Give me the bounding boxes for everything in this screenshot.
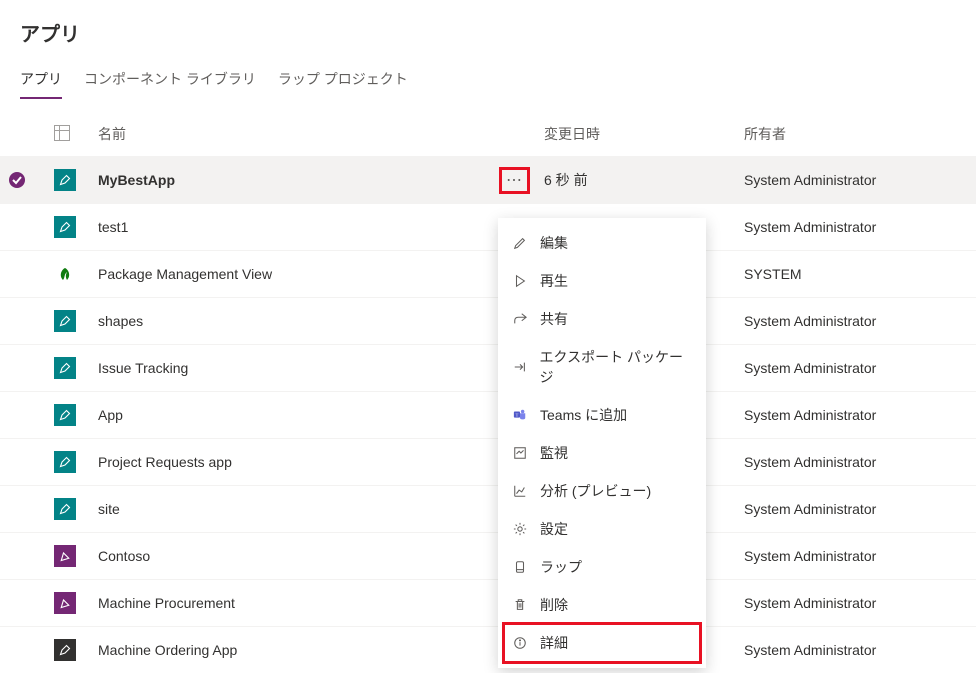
settings-icon xyxy=(512,521,528,537)
more-actions-button[interactable]: ⋯ xyxy=(504,172,525,189)
menu-item-export[interactable]: エクスポート パッケージ xyxy=(498,338,706,396)
export-icon xyxy=(512,359,528,375)
info-icon xyxy=(512,635,528,651)
menu-item-monitor[interactable]: 監視 xyxy=(498,434,706,472)
menu-item-label: 共有 xyxy=(540,309,568,329)
owner-cell: System Administrator xyxy=(736,204,976,251)
owner-cell: System Administrator xyxy=(736,439,976,486)
table-row[interactable]: test1 System Administrator xyxy=(0,204,976,251)
app-name[interactable]: Contoso xyxy=(90,533,496,580)
menu-item-label: 詳細 xyxy=(540,633,568,653)
teams-icon: T xyxy=(512,407,528,423)
menu-item-label: 削除 xyxy=(540,595,568,615)
col-header-modified[interactable]: 変更日時 xyxy=(536,112,736,157)
teal-edit-icon xyxy=(54,451,76,473)
owner-cell: System Administrator xyxy=(736,580,976,627)
menu-item-play[interactable]: 再生 xyxy=(498,262,706,300)
svg-text:T: T xyxy=(516,412,519,417)
col-header-owner[interactable]: 所有者 xyxy=(736,112,976,157)
tab-2[interactable]: ラップ プロジェクト xyxy=(278,63,408,99)
teal-edit-icon xyxy=(54,404,76,426)
menu-item-label: 設定 xyxy=(540,519,568,539)
apps-table: 名前 変更日時 所有者 MyBestApp ⋯ 編集再生共有エクスポート パッケージ… xyxy=(0,112,976,673)
table-header-row: 名前 変更日時 所有者 xyxy=(0,112,976,157)
menu-item-analytics[interactable]: 分析 (プレビュー) xyxy=(498,472,706,510)
menu-item-info[interactable]: 詳細 xyxy=(498,624,706,662)
menu-item-wrap[interactable]: ラップ xyxy=(498,548,706,586)
app-name[interactable]: Package Management View xyxy=(90,251,496,298)
app-name[interactable]: site xyxy=(90,486,496,533)
column-options-button[interactable] xyxy=(46,112,90,157)
app-name[interactable]: MyBestApp xyxy=(90,157,496,204)
menu-item-label: Teams に追加 xyxy=(540,405,627,425)
teal-edit-icon xyxy=(54,357,76,379)
teal-edit-icon xyxy=(54,310,76,332)
owner-cell: System Administrator xyxy=(736,392,976,439)
teal-edit-icon xyxy=(54,216,76,238)
app-name[interactable]: Issue Tracking xyxy=(90,345,496,392)
column-options-icon xyxy=(54,125,70,141)
table-row[interactable]: shapes System Administrator xyxy=(0,298,976,345)
menu-item-share[interactable]: 共有 xyxy=(498,300,706,338)
table-row[interactable]: Contoso System Administrator xyxy=(0,533,976,580)
menu-item-delete[interactable]: 削除 xyxy=(498,586,706,624)
teal-edit-icon xyxy=(54,498,76,520)
wrap-icon xyxy=(512,559,528,575)
col-header-name[interactable]: 名前 xyxy=(90,112,496,157)
delete-icon xyxy=(512,597,528,613)
context-menu: 編集再生共有エクスポート パッケージ T Teams に追加監視分析 (プレビュー)… xyxy=(498,218,706,668)
table-row[interactable]: Project Requests app System Administrator xyxy=(0,439,976,486)
owner-cell: System Administrator xyxy=(736,533,976,580)
menu-item-label: 編集 xyxy=(540,233,568,253)
owner-cell: System Administrator xyxy=(736,157,976,204)
menu-item-teams[interactable]: T Teams に追加 xyxy=(498,396,706,434)
menu-item-label: ラップ xyxy=(540,557,582,577)
menu-item-label: 監視 xyxy=(540,443,568,463)
app-name[interactable]: App xyxy=(90,392,496,439)
table-row[interactable]: App System Administrator xyxy=(0,392,976,439)
app-name[interactable]: Machine Procurement xyxy=(90,580,496,627)
tabs: アプリコンポーネント ライブラリラップ プロジェクト xyxy=(0,55,976,100)
monitor-icon xyxy=(512,445,528,461)
analytics-icon xyxy=(512,483,528,499)
page-title: アプリ xyxy=(0,0,976,55)
purple-icon xyxy=(54,545,76,567)
menu-item-settings[interactable]: 設定 xyxy=(498,510,706,548)
table-row[interactable]: Package Management View SYSTEM xyxy=(0,251,976,298)
menu-item-label: エクスポート パッケージ xyxy=(540,347,692,387)
table-row[interactable]: Machine Procurement System Administrator xyxy=(0,580,976,627)
app-name[interactable]: Project Requests app xyxy=(90,439,496,486)
menu-item-pencil[interactable]: 編集 xyxy=(498,224,706,262)
table-row[interactable]: site System Administrator xyxy=(0,486,976,533)
selected-check-icon xyxy=(8,171,26,189)
table-row[interactable]: MyBestApp⋯編集再生共有エクスポート パッケージTTeams に追加監視… xyxy=(0,157,976,204)
play-icon xyxy=(512,273,528,289)
owner-cell: System Administrator xyxy=(736,486,976,533)
app-name[interactable]: test1 xyxy=(90,204,496,251)
menu-item-label: 分析 (プレビュー) xyxy=(540,481,651,501)
teal-edit-icon xyxy=(54,169,76,191)
owner-cell: SYSTEM xyxy=(736,251,976,298)
table-row[interactable]: Machine Ordering App⋯2 週間 前System Admini… xyxy=(0,627,976,673)
pencil-icon xyxy=(512,235,528,251)
modified-cell: 6 秒 前 xyxy=(536,157,736,204)
share-icon xyxy=(512,311,528,327)
table-row[interactable]: Issue Tracking System Administrator xyxy=(0,345,976,392)
owner-cell: System Administrator xyxy=(736,345,976,392)
owner-cell: System Administrator xyxy=(736,298,976,345)
menu-item-label: 再生 xyxy=(540,271,568,291)
tab-0[interactable]: アプリ xyxy=(20,63,62,99)
leaf-icon xyxy=(54,263,76,285)
owner-cell: System Administrator xyxy=(736,627,976,673)
app-name[interactable]: Machine Ordering App xyxy=(90,627,496,673)
dark-icon xyxy=(54,639,76,661)
purple-icon xyxy=(54,592,76,614)
app-name[interactable]: shapes xyxy=(90,298,496,345)
tab-1[interactable]: コンポーネント ライブラリ xyxy=(84,63,256,99)
